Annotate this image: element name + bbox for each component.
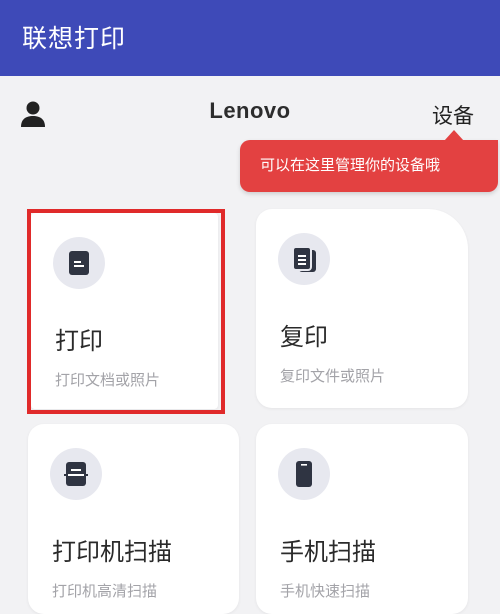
card-subtitle: 打印文档或照片 — [55, 371, 161, 389]
printer-scan-icon — [50, 448, 102, 500]
device-button[interactable]: 设备 — [432, 100, 474, 130]
card-title: 手机扫描 — [280, 538, 376, 566]
app-bar: 联想打印 — [0, 0, 500, 76]
card-title: 打印机扫描 — [52, 538, 172, 566]
phone-icon — [278, 448, 330, 500]
app-title: 联想打印 — [22, 24, 127, 53]
phone-scan-card[interactable]: 手机扫描 手机快速扫描 — [256, 424, 468, 614]
card-subtitle: 打印机高清扫描 — [52, 582, 158, 600]
device-tooltip: 可以在这里管理你的设备哦 — [240, 130, 498, 192]
card-title: 复印 — [280, 323, 328, 351]
copy-card[interactable]: 复印 复印文件或照片 — [256, 209, 468, 408]
print-card[interactable]: 打印 打印文档或照片 — [31, 213, 218, 409]
card-subtitle: 手机快速扫描 — [280, 582, 371, 600]
tooltip-text: 可以在这里管理你的设备哦 — [260, 156, 441, 174]
card-subtitle: 复印文件或照片 — [280, 367, 386, 385]
printer-scan-card[interactable]: 打印机扫描 打印机高清扫描 — [28, 424, 239, 614]
copy-documents-icon — [278, 233, 330, 285]
brand-logo: Lenovo — [209, 98, 291, 123]
document-icon — [53, 237, 105, 289]
card-title: 打印 — [55, 327, 103, 355]
